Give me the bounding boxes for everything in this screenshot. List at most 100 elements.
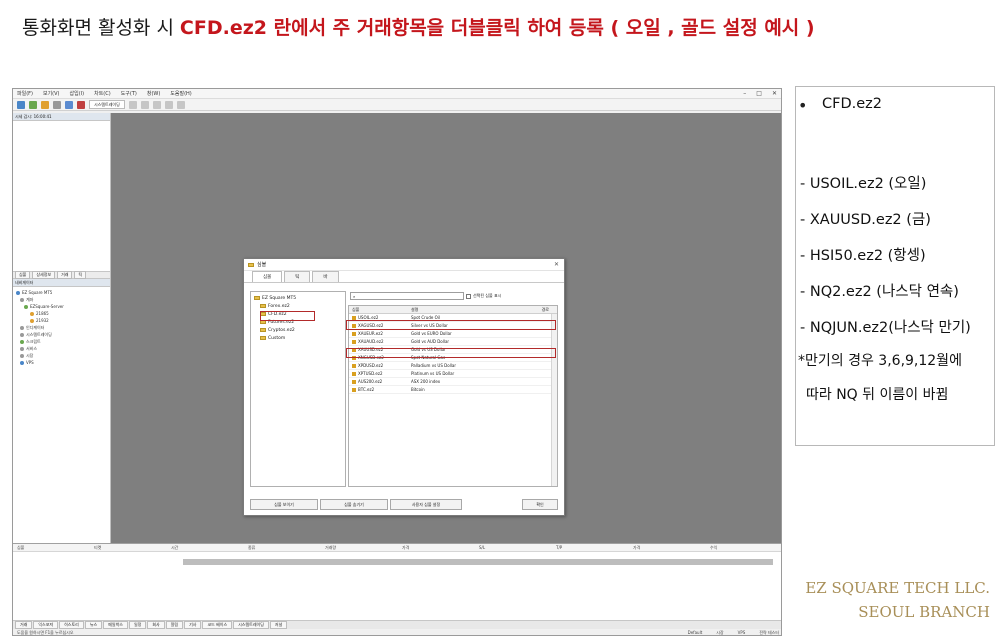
terminal-icon[interactable] bbox=[65, 100, 73, 109]
tab-symbols[interactable]: 심볼 bbox=[252, 271, 283, 282]
tab-symbols[interactable]: 심볼 bbox=[15, 271, 31, 279]
status-profile: Default bbox=[687, 630, 703, 635]
market-watch-icon[interactable] bbox=[41, 100, 49, 109]
tab-articles[interactable]: 기사 bbox=[184, 621, 202, 629]
ok-button[interactable]: 확인 bbox=[522, 499, 558, 510]
tab-calendar[interactable]: 일정 bbox=[128, 621, 147, 629]
menu-window[interactable]: 창(W) bbox=[147, 90, 160, 97]
tree-item-forex[interactable]: Forex.ez2 bbox=[254, 302, 342, 310]
minimize-icon[interactable]: – bbox=[743, 90, 746, 97]
col-volume[interactable]: 거래량 bbox=[321, 545, 398, 551]
table-row[interactable]: XAUAUD.ez2 Gold vs AUD Dollar bbox=[349, 338, 557, 346]
nav-item[interactable]: 스크립트 bbox=[16, 338, 107, 345]
market-watch-list[interactable] bbox=[13, 121, 110, 271]
experts-icon bbox=[20, 332, 24, 337]
nav-item[interactable]: EZ Square MT5 bbox=[16, 289, 107, 296]
col-symbol[interactable]: 심볼 bbox=[349, 307, 411, 313]
tab-code-base[interactable]: 코드 베이스 bbox=[202, 621, 233, 629]
table-row[interactable]: XPDUSD.ez2 Palladium vs US Dollar bbox=[349, 362, 557, 370]
tab-algo-trading[interactable]: 시스템트레이딩 bbox=[233, 621, 269, 629]
menu-file[interactable]: 파일(F) bbox=[17, 90, 33, 97]
menu-tools[interactable]: 도구(T) bbox=[121, 90, 137, 97]
show-selected-checkbox[interactable]: 선택된 심볼 표시 bbox=[466, 293, 501, 299]
tab-ticks[interactable]: 틱 bbox=[74, 271, 87, 279]
status-tester[interactable]: 전략 테스터 bbox=[759, 630, 779, 635]
nav-item[interactable]: 계좌 bbox=[16, 296, 107, 303]
menu-help[interactable]: 도움말(H) bbox=[170, 90, 191, 97]
note-item: - USOIL.ez2 (오일) bbox=[800, 176, 927, 192]
tree-item-root[interactable]: EZ Square MT5 bbox=[254, 294, 342, 302]
tab-trading[interactable]: 거래 bbox=[57, 271, 73, 279]
symbol-description: Platinum vs US Dollar bbox=[411, 371, 455, 376]
nav-item[interactable]: 시스템트레이딩 bbox=[16, 331, 107, 338]
table-row[interactable]: XPTUSD.ez2 Platinum vs US Dollar bbox=[349, 370, 557, 378]
col-ticket[interactable]: 티켓 bbox=[90, 545, 167, 551]
nav-item[interactable]: 인디케이터 bbox=[16, 324, 107, 331]
navigator-icon[interactable] bbox=[53, 100, 61, 109]
table-row[interactable]: BTC.ez2 Bitcoin bbox=[349, 386, 557, 394]
nav-item[interactable]: 21865 bbox=[16, 310, 107, 317]
algo-trading-button[interactable]: 시스템트레이딩 bbox=[89, 100, 125, 109]
col-tp[interactable]: T/P bbox=[552, 545, 629, 550]
crosshair-icon[interactable] bbox=[152, 100, 161, 109]
line-tool-icon[interactable] bbox=[164, 100, 173, 109]
symbol-icon bbox=[352, 315, 356, 320]
hide-symbol-button[interactable]: 심볼 숨기기 bbox=[320, 499, 388, 510]
nav-item[interactable]: EZSquare-Server bbox=[16, 303, 107, 310]
table-row[interactable]: XAUEUR.ez2 Gold vs EURO Dollar bbox=[349, 330, 557, 338]
nav-item[interactable]: 21932 bbox=[16, 317, 107, 324]
window-controls: – □ ✕ bbox=[743, 90, 777, 97]
tab-bars[interactable]: 바 bbox=[312, 271, 339, 282]
tab-exposure[interactable]: 익스포져 bbox=[33, 621, 59, 629]
new-chart-icon[interactable] bbox=[17, 100, 25, 109]
menu-chart[interactable]: 차트(C) bbox=[94, 90, 111, 97]
tab-history[interactable]: 히스토리 bbox=[59, 621, 84, 629]
server-icon bbox=[24, 304, 28, 309]
tree-item-custom[interactable]: Custom bbox=[254, 334, 342, 342]
maximize-icon[interactable]: □ bbox=[756, 90, 762, 97]
col-symbol[interactable]: 심볼 bbox=[13, 545, 90, 551]
col-sl[interactable]: S/L bbox=[475, 545, 552, 550]
col-price[interactable]: 가격 bbox=[398, 545, 475, 551]
tab-journal[interactable]: 저널 bbox=[269, 621, 288, 629]
menu-view[interactable]: 보기(V) bbox=[43, 90, 60, 97]
tester-icon[interactable] bbox=[77, 100, 85, 109]
close-icon[interactable]: ✕ bbox=[554, 261, 559, 268]
horizontal-scrollbar[interactable] bbox=[183, 559, 773, 565]
indicators-icon bbox=[20, 325, 24, 330]
col-price-current[interactable]: 가격 bbox=[629, 545, 706, 551]
tree-item-cryptos[interactable]: Cryptos.ez2 bbox=[254, 326, 342, 334]
col-description[interactable]: 설명 bbox=[411, 307, 531, 313]
col-path[interactable]: 경로 bbox=[531, 307, 557, 313]
col-time[interactable]: 시간 bbox=[167, 545, 244, 551]
vertical-scrollbar[interactable] bbox=[551, 314, 557, 486]
tab-company[interactable]: 회사 bbox=[147, 621, 165, 629]
col-profit[interactable]: 수익 bbox=[706, 545, 781, 551]
tab-alerts[interactable]: 알림 bbox=[165, 621, 184, 629]
close-icon[interactable]: ✕ bbox=[772, 90, 777, 97]
tab-ticks[interactable]: 틱 bbox=[284, 271, 311, 282]
tab-details[interactable]: 상세정보 bbox=[32, 271, 56, 279]
menu-insert[interactable]: 삽입(I) bbox=[70, 90, 85, 97]
table-row[interactable]: AUS200.ez2 ASX 200 index bbox=[349, 378, 557, 386]
symbols-dialog-icon bbox=[248, 262, 254, 267]
custom-symbol-button[interactable]: 사용자 심볼 설정 bbox=[390, 499, 462, 510]
col-type[interactable]: 종류 bbox=[244, 545, 321, 551]
status-market[interactable]: 시장 bbox=[716, 630, 723, 635]
symbol-cell: XAUAUD.ez2 bbox=[349, 339, 411, 344]
nav-item[interactable]: VPS bbox=[16, 359, 107, 366]
status-vps[interactable]: VPS bbox=[738, 630, 746, 635]
tab-news[interactable]: 뉴스 bbox=[84, 621, 103, 629]
profiles-icon[interactable] bbox=[29, 100, 37, 109]
zoom-out-icon[interactable] bbox=[140, 100, 149, 109]
nav-item[interactable]: 시장 bbox=[16, 352, 107, 359]
text-tool-icon[interactable] bbox=[176, 100, 185, 109]
note-item: - NQ2.ez2 (나스닥 연속) bbox=[800, 284, 959, 300]
zoom-in-icon[interactable] bbox=[128, 100, 137, 109]
tab-trade[interactable]: 거래 bbox=[15, 621, 33, 629]
tab-mailbox[interactable]: 메일박스 bbox=[103, 621, 128, 629]
symbol-search-input[interactable]: ⌕ bbox=[350, 292, 464, 300]
nav-item[interactable]: 서비스 bbox=[16, 345, 107, 352]
checkbox-box[interactable] bbox=[466, 293, 471, 299]
show-symbol-button[interactable]: 심볼 보이기 bbox=[250, 499, 318, 510]
